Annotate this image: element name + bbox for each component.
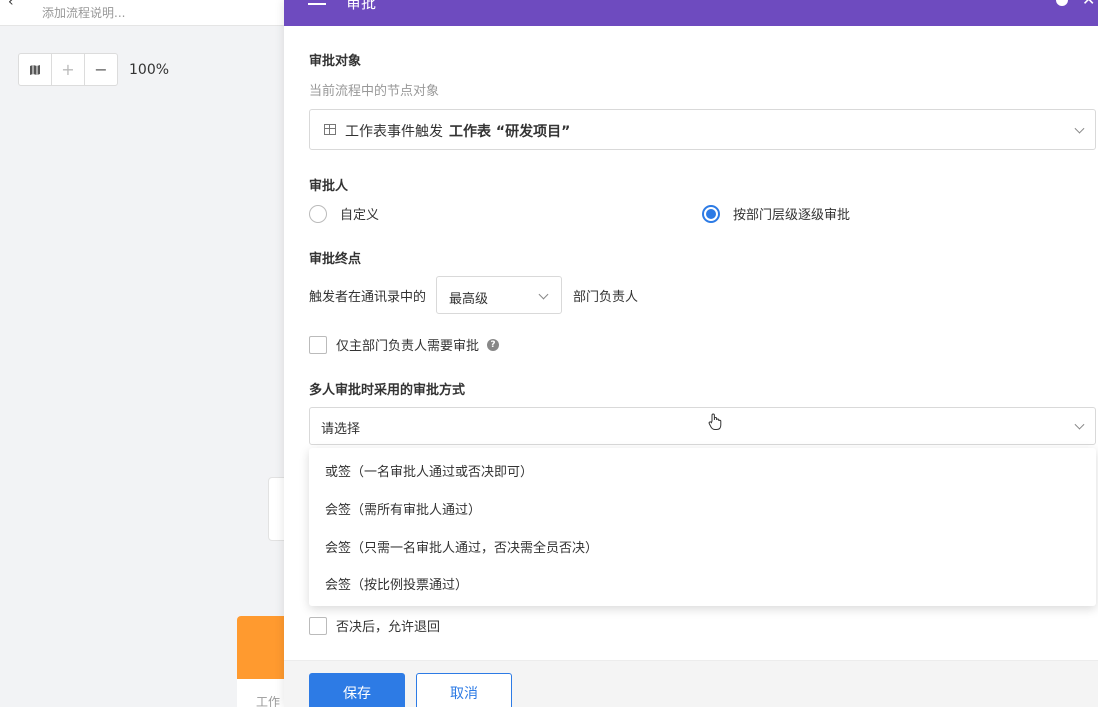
approver-option-custom[interactable]: 自定义: [309, 204, 379, 223]
cancel-button[interactable]: 取消: [416, 673, 512, 707]
endpoint-section-title: 审批终点: [309, 252, 362, 267]
approver-section-title: 审批人: [309, 179, 349, 194]
method-select-placeholder: 请选择: [321, 422, 361, 437]
zoom-out-button[interactable]: −: [84, 53, 118, 86]
flow-topbar: ‹ 添加流程说明...: [0, 0, 284, 26]
save-button[interactable]: 保存: [309, 673, 405, 707]
panel-title: 审批: [346, 0, 377, 12]
allow-return-checkbox[interactable]: [309, 616, 327, 635]
only-main-dept-label: 仅主部门负责人需要审批: [336, 339, 480, 354]
back-icon[interactable]: ‹: [8, 0, 14, 10]
zoom-level: 100%: [129, 61, 170, 78]
approval-panel: 审批 ✕ 审批对象 当前流程中的节点对象 工作表事件触发工作表 “研发项目” 审…: [284, 0, 1098, 707]
dropdown-option[interactable]: 会签（按比例投票通过）: [325, 574, 468, 593]
dropdown-option[interactable]: 会签（只需一名审批人通过，否决需全员否决）: [325, 537, 598, 556]
target-select-prefix: 工作表事件触发: [345, 124, 443, 140]
panel-footer: 保存 取消: [284, 660, 1098, 707]
close-icon[interactable]: ✕: [1082, 0, 1095, 9]
only-main-dept-option[interactable]: 仅主部门负责人需要审批 ?: [309, 335, 500, 354]
level-select[interactable]: 最高级: [436, 276, 563, 314]
endpoint-prefix: 触发者在通讯录中的: [309, 289, 427, 305]
chevron-down-icon: [1074, 419, 1085, 430]
map-icon[interactable]: [18, 53, 52, 86]
zoom-in-button[interactable]: +: [51, 53, 85, 86]
dropdown-option[interactable]: 会签（需所有审批人通过）: [325, 499, 481, 518]
level-select-value: 最高级: [449, 292, 489, 307]
allow-return-label: 否决后，允许退回: [336, 620, 441, 635]
target-section-title: 审批对象: [309, 54, 362, 69]
dropdown-option[interactable]: 或签（一名审批人通过或否决即可）: [325, 461, 533, 480]
only-main-dept-checkbox[interactable]: [309, 335, 327, 354]
help-icon[interactable]: [1056, 0, 1068, 6]
approver-option-dept-level[interactable]: 按部门层级逐级审批: [702, 204, 850, 223]
endpoint-suffix: 部门负责人: [573, 289, 639, 305]
panel-header: 审批 ✕: [284, 0, 1098, 26]
endpoint-row: 触发者在通讯录中的 最高级 部门负责人: [309, 276, 638, 314]
hand-cursor-icon: [708, 413, 722, 430]
method-select[interactable]: 请选择: [309, 407, 1096, 445]
method-section-title: 多人审批时采用的审批方式: [309, 383, 466, 398]
radio-label: 自定义: [340, 208, 380, 223]
method-dropdown-menu: 或签（一名审批人通过或否决即可） 会签（需所有审批人通过） 会签（只需一名审批人…: [309, 448, 1096, 606]
table-icon: [324, 124, 336, 135]
menu-icon: [308, 0, 326, 8]
allow-return-option[interactable]: 否决后，允许退回: [309, 616, 440, 635]
question-icon[interactable]: ?: [487, 338, 500, 351]
chevron-down-icon: [1074, 123, 1085, 134]
radio-button-checked[interactable]: [702, 204, 720, 223]
flow-canvas: ‹ 添加流程说明... + − 100% 工作: [0, 0, 297, 707]
radio-label: 按部门层级逐级审批: [733, 208, 851, 223]
radio-button[interactable]: [309, 204, 327, 223]
chevron-down-icon: [538, 289, 549, 300]
flow-description-input[interactable]: 添加流程说明...: [42, 4, 125, 21]
target-hint: 当前流程中的节点对象: [309, 84, 440, 99]
zoom-controls: + − 100%: [18, 53, 169, 86]
target-select-value: 工作表 “研发项目”: [449, 124, 571, 140]
target-select[interactable]: 工作表事件触发 工作表 “研发项目”: [309, 109, 1096, 150]
